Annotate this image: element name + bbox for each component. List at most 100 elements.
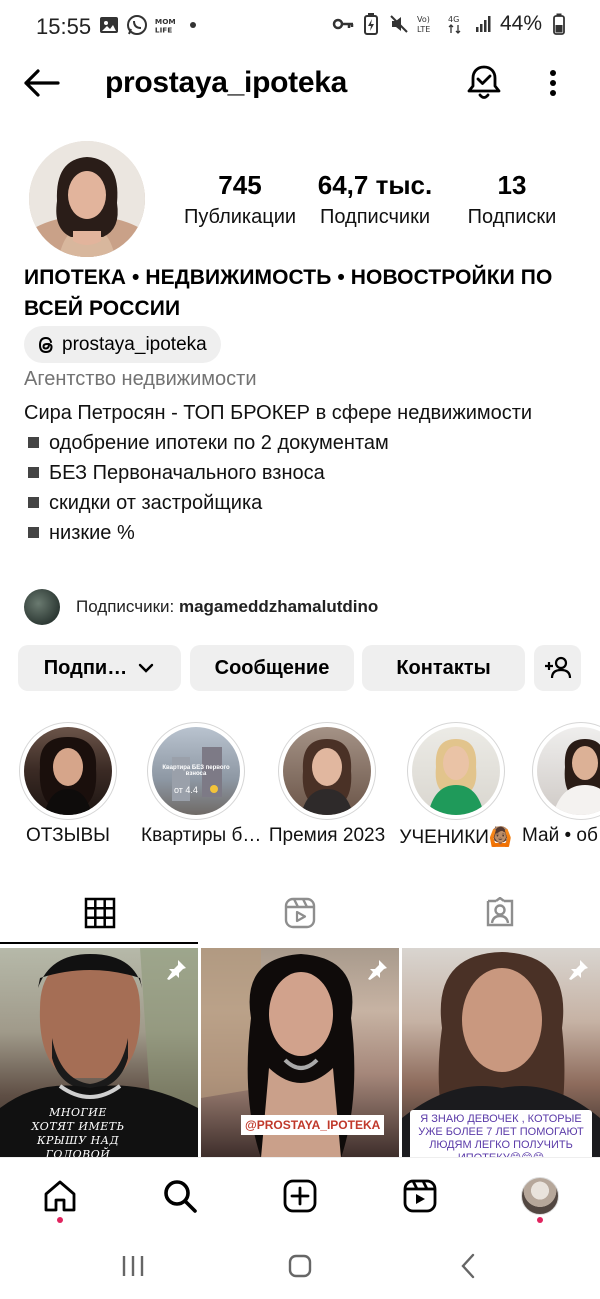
story-highlights: ОТЗЫВЫ Квартира БЕЗ первого взноса от 4.… <box>0 722 600 852</box>
following-label: Подписки <box>467 206 557 228</box>
threads-handle: prostaya_ipoteka <box>62 333 207 355</box>
following-count: 13 <box>497 170 527 200</box>
home-notification-dot <box>57 1217 63 1223</box>
own-profile-avatar <box>521 1177 559 1215</box>
system-back-button[interactable] <box>454 1251 484 1281</box>
dot-icon <box>182 14 204 36</box>
pin-icon <box>368 960 387 980</box>
4g-icon: 4G <box>444 13 466 35</box>
home-system-button[interactable] <box>285 1251 315 1281</box>
square-bullet-icon <box>28 527 39 539</box>
system-navigation-bar <box>0 1235 600 1299</box>
post-thumbnail[interactable]: Я ЗНАЮ ДЕВОЧЕК , КОТОРЫЕ УЖЕ БОЛЕЕ 7 ЛЕТ… <box>402 948 600 1158</box>
highlight-label: УЧЕНИКИ🙆🏽 <box>399 827 513 848</box>
volte-icon: Vo) LTE <box>416 13 438 35</box>
nav-search[interactable] <box>160 1176 200 1216</box>
nav-reels[interactable] <box>400 1176 440 1216</box>
threads-icon <box>38 336 53 353</box>
battery-saver-icon <box>360 13 382 35</box>
highlight-label: ОТЗЫВЫ <box>26 825 110 846</box>
recent-apps-icon <box>122 1256 144 1276</box>
tab-tagged[interactable] <box>400 882 600 944</box>
grid-icon <box>84 897 116 929</box>
highlight-item[interactable]: Май • об <box>522 722 600 847</box>
add-person-icon <box>544 656 571 679</box>
mom-life-icon: MOM LIFE <box>154 14 176 36</box>
square-bullet-icon <box>28 437 39 449</box>
recent-apps-button[interactable] <box>118 1251 148 1281</box>
message-button-label: Сообщение <box>214 656 330 679</box>
svg-text:LIFE: LIFE <box>155 25 172 34</box>
message-button[interactable]: Сообщение <box>190 645 354 691</box>
more-options-button[interactable] <box>541 65 565 101</box>
post-caption: МНОГИЕ ХОТЯТ ИМЕТЬ КРЫШУ НАД ГОЛОВОЙ <box>31 1106 125 1158</box>
followers-count: 64,7 тыс. <box>317 170 433 200</box>
signal-icon <box>472 13 494 35</box>
coin-icon <box>210 785 218 793</box>
reels-icon <box>403 1179 437 1213</box>
followers-label: Подписчики <box>319 206 431 228</box>
highlight-item[interactable]: Квартира БЕЗ первого взноса от 4.4 Кварт… <box>141 722 262 847</box>
nav-home[interactable] <box>40 1176 80 1216</box>
followers-stat[interactable]: 64,7 тыс. Подписчики <box>305 170 445 230</box>
followed-by-prefix: Подписчики: <box>76 597 179 616</box>
svg-text:4G: 4G <box>448 15 459 24</box>
chevron-left-icon <box>461 1253 475 1279</box>
post-thumbnail[interactable]: @PROSTAYA_IPOTEKA <box>201 948 399 1158</box>
tab-reels[interactable] <box>200 882 400 944</box>
status-left-icons: MOM LIFE <box>98 14 204 36</box>
status-bar: 15:55 MOM LIFE Vo) LTE 4G 44% <box>0 0 600 52</box>
following-stat[interactable]: 13 Подписки <box>456 170 568 230</box>
highlight-cover <box>412 727 500 815</box>
nav-create[interactable] <box>280 1176 320 1216</box>
profile-name: ИПОТЕКА • НЕДВИЖИМОСТЬ • НОВОСТРОЙКИ ПО … <box>24 266 553 320</box>
highlight-item[interactable]: УЧЕНИКИ🙆🏽 <box>397 722 515 849</box>
highlight-item[interactable]: Премия 2023 <box>268 722 386 847</box>
whatsapp-icon <box>126 14 148 36</box>
highlight-overlay-price: от 4.4 <box>174 785 198 795</box>
status-right-icons: Vo) LTE 4G 44% <box>332 12 570 36</box>
followed-by[interactable]: Подписчики: magameddzhamalutdino <box>24 589 378 625</box>
notifications-button[interactable] <box>466 63 502 101</box>
battery-icon <box>548 13 570 35</box>
following-button[interactable]: Подпи… <box>18 645 181 691</box>
contacts-button[interactable]: Контакты <box>362 645 525 691</box>
highlight-overlay-text: Квартира БЕЗ первого взноса <box>162 765 230 777</box>
highlight-label: Квартиры б… <box>141 825 262 846</box>
bottom-navigation <box>0 1157 600 1235</box>
avatar-image <box>29 141 145 257</box>
tagged-person-icon <box>486 897 514 927</box>
posts-stat[interactable]: 745 Публикации <box>176 170 304 230</box>
following-button-label: Подпи… <box>43 656 128 679</box>
pin-icon <box>167 960 186 980</box>
bio-intro: Сира Петросян - ТОП БРОКЕР в сфере недви… <box>24 402 533 424</box>
suggested-users-button[interactable] <box>534 645 581 691</box>
reels-icon <box>284 897 316 929</box>
post-caption: @PROSTAYA_IPOTEKA <box>241 1115 385 1135</box>
threads-link[interactable]: prostaya_ipoteka <box>24 326 221 363</box>
active-tab-indicator <box>0 942 198 944</box>
back-button[interactable] <box>22 65 62 101</box>
profile-header: prostaya_ipoteka <box>0 55 600 111</box>
bio-bullet: БЕЗ Первоначального взноса <box>24 458 584 488</box>
post-caption: Я ЗНАЮ ДЕВОЧЕК , КОТОРЫЕ УЖЕ БОЛЕЕ 7 ЛЕТ… <box>410 1110 592 1158</box>
posts-grid: МНОГИЕ ХОТЯТ ИМЕТЬ КРЫШУ НАД ГОЛОВОЙ @PR… <box>0 948 600 1158</box>
svg-text:LTE: LTE <box>417 25 430 34</box>
pin-icon <box>569 960 588 980</box>
square-bullet-icon <box>28 467 39 479</box>
profile-avatar[interactable] <box>29 141 145 257</box>
highlight-item[interactable]: ОТЗЫВЫ <box>18 722 118 847</box>
posts-label: Публикации <box>183 206 297 228</box>
profile-notification-dot <box>537 1217 543 1223</box>
arrow-left-icon <box>24 69 60 97</box>
nav-profile[interactable] <box>520 1176 560 1216</box>
highlight-cover <box>24 727 112 815</box>
bio-bullet: одобрение ипотеки по 2 документам <box>24 428 584 458</box>
search-icon <box>164 1180 197 1213</box>
post-thumbnail[interactable]: МНОГИЕ ХОТЯТ ИМЕТЬ КРЫШУ НАД ГОЛОВОЙ <box>0 948 198 1158</box>
tab-posts-grid[interactable] <box>0 882 200 944</box>
more-vertical-icon <box>550 70 556 96</box>
follower-avatar <box>24 589 60 625</box>
mute-icon <box>388 13 410 35</box>
highlight-label: Май • об <box>522 825 598 846</box>
